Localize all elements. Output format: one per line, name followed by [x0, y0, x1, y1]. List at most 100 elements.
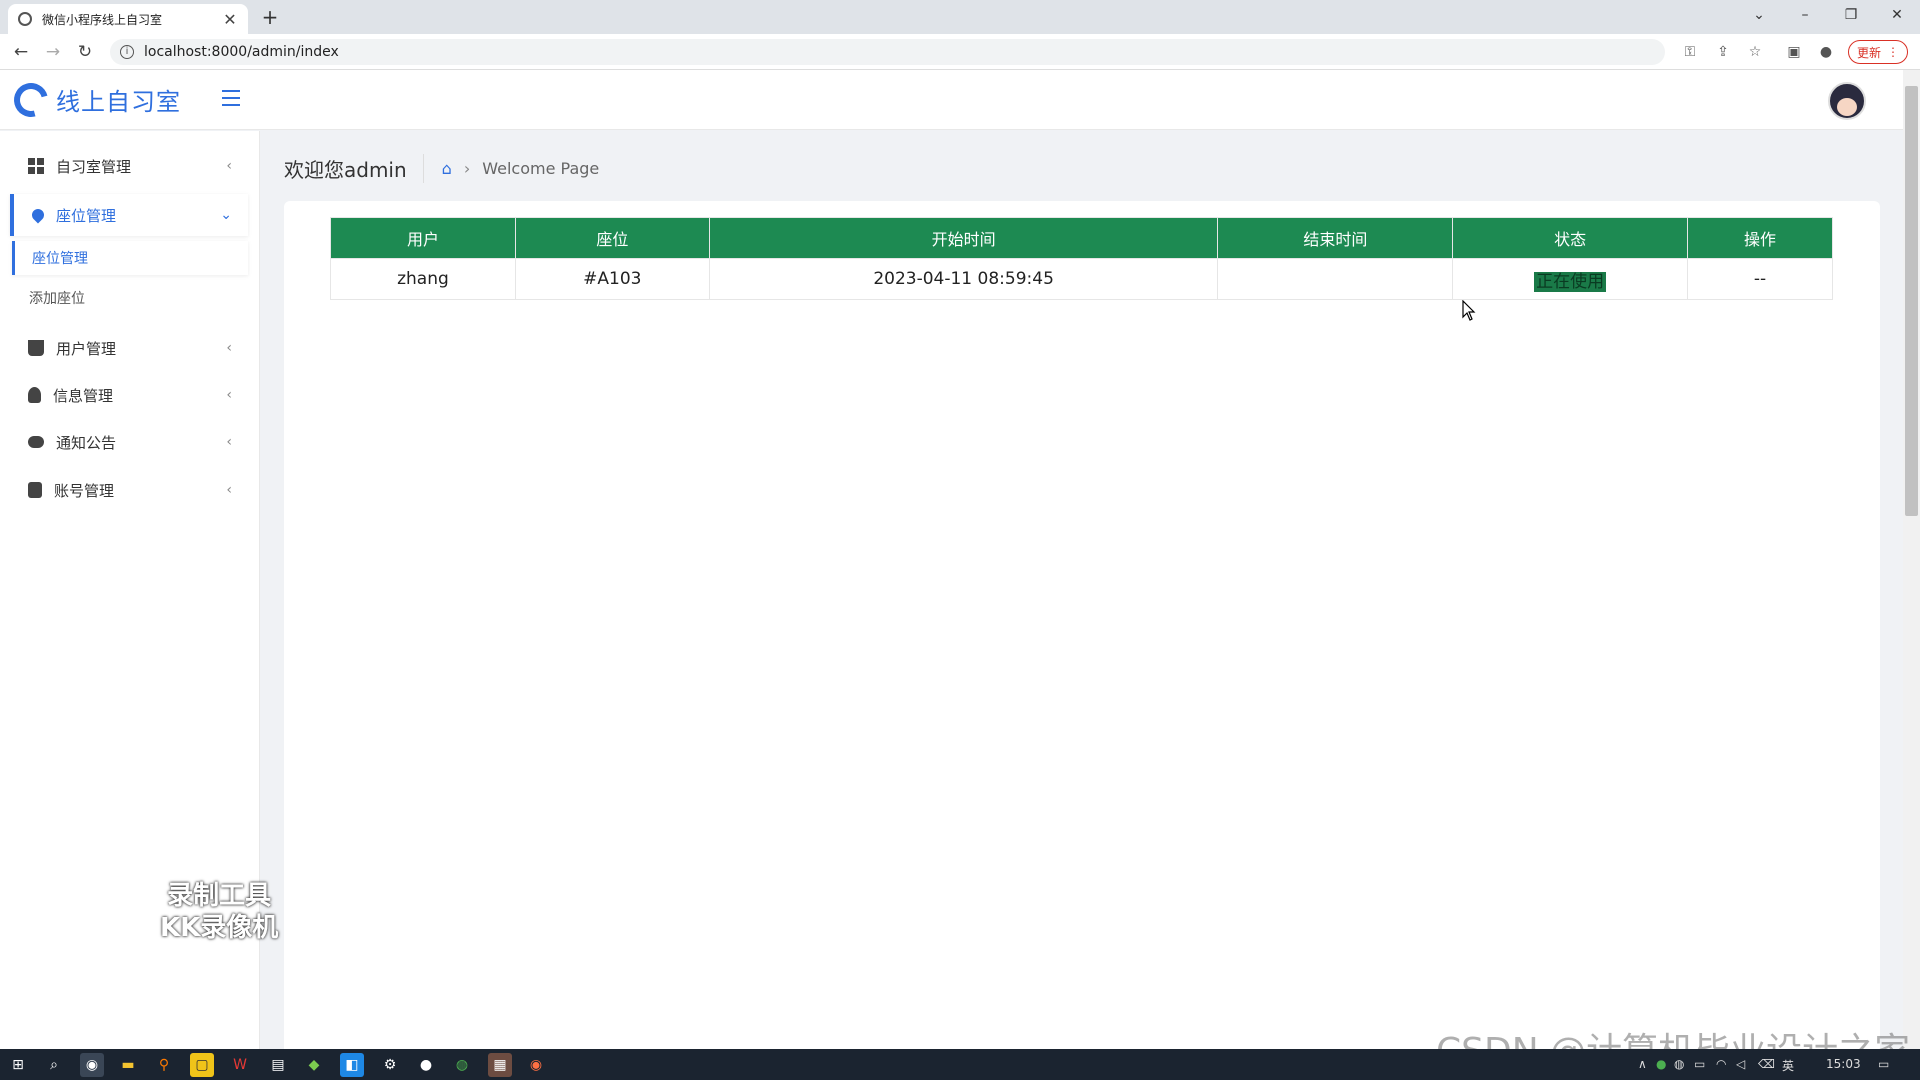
tray-app-icon[interactable]: ● [1656, 1057, 1666, 1071]
devtools-icon[interactable]: ▦ [488, 1053, 512, 1077]
chevron-left-icon: ‹ [226, 434, 232, 450]
browser-tab[interactable]: 微信小程序线上自习室 ✕ [8, 4, 248, 34]
cell-action: -- [1687, 258, 1833, 300]
cell-user: zhang [330, 258, 516, 300]
app-logo[interactable]: 线上自习室 [7, 76, 181, 123]
reload-icon[interactable]: ↻ [74, 41, 96, 63]
basket-icon [28, 340, 44, 356]
home-icon[interactable]: ⌂ [442, 159, 452, 178]
search-tool-icon[interactable]: ⚲ [152, 1053, 176, 1077]
chevron-left-icon: ‹ [226, 340, 232, 356]
network-icon[interactable]: ▭ [1694, 1057, 1705, 1071]
sidebar-item-label: 通知公告 [56, 433, 117, 452]
scrollbar-thumb[interactable] [1905, 86, 1918, 516]
tray-chevron-icon[interactable]: ∧ [1638, 1057, 1647, 1071]
sidepanel-icon[interactable]: ▣ [1784, 42, 1804, 62]
recorder-watermark: 录制工具 KK录像机 [160, 880, 278, 944]
clock[interactable]: 15:03 [1826, 1057, 1861, 1071]
breadcrumb: 欢迎您admin ⌂ › Welcome Page [284, 150, 599, 186]
wechat-icon[interactable]: ◍ [450, 1053, 474, 1077]
grid-icon [28, 158, 44, 174]
app-icon[interactable]: ◆ [302, 1053, 326, 1077]
ime-language[interactable]: 英 [1782, 1057, 1794, 1074]
recorder-icon[interactable]: ◉ [524, 1053, 548, 1077]
sidebar-item-notice[interactable]: 通知公告 ‹ [10, 421, 248, 463]
back-icon[interactable]: ← [10, 41, 32, 63]
browser-tabstrip [0, 0, 1920, 34]
address-bar[interactable]: i localhost:8000/admin/index [110, 39, 1665, 65]
update-label: 更新 [1856, 45, 1881, 60]
document-icon[interactable]: ▤ [266, 1053, 290, 1077]
wifi-icon[interactable]: ◠ [1716, 1057, 1726, 1071]
windows-start-icon[interactable]: ⊞ [6, 1053, 30, 1077]
column-header-action[interactable]: 操作 [1687, 217, 1833, 259]
close-window-button[interactable]: ✕ [1874, 0, 1920, 30]
more-icon: ⋮ [1887, 45, 1899, 59]
close-tab-icon[interactable]: ✕ [222, 10, 238, 29]
app-brand: 线上自习室 [56, 88, 181, 116]
update-button[interactable]: 更新 ⋮ [1848, 40, 1908, 64]
sidebar-item-label: 自习室管理 [56, 157, 132, 176]
column-header-seat[interactable]: 座位 [514, 217, 710, 259]
tab-search-icon[interactable]: ⌄ [1736, 0, 1782, 30]
sidebar-item-account[interactable]: 账号管理 ‹ [10, 469, 248, 511]
url-text: localhost:8000/admin/index [144, 44, 339, 60]
mouse-cursor-icon [1462, 300, 1476, 321]
bulb-icon [28, 387, 41, 403]
notes-icon[interactable]: ▢ [190, 1053, 214, 1077]
sidebar-item-label: 账号管理 [54, 481, 115, 500]
info-icon[interactable]: i [120, 45, 134, 59]
forward-icon[interactable]: → [42, 41, 64, 63]
volume-icon[interactable]: ◁ [1736, 1057, 1745, 1071]
table-header-row: 用户 座位 开始时间 结束时间 状态 操作 [330, 217, 1833, 259]
column-header-user[interactable]: 用户 [330, 217, 516, 259]
status-badge: 正在使用 [1534, 271, 1607, 292]
vscode-icon[interactable]: ◧ [340, 1053, 364, 1077]
table-row: zhang #A103 2023-04-11 08:59:45 正在使用 -- [330, 258, 1833, 300]
drop-icon [29, 206, 47, 224]
new-tab-button[interactable]: + [258, 5, 282, 29]
chrome-icon[interactable]: ◉ [80, 1053, 104, 1077]
ime-mode-icon[interactable]: ⌫ [1758, 1057, 1775, 1071]
sidebar-item-label: 用户管理 [56, 339, 117, 358]
sidebar-item-users[interactable]: 用户管理 ‹ [10, 327, 248, 369]
chevron-left-icon: ‹ [226, 482, 232, 498]
sidebar-subitem-add-seat[interactable]: 添加座位 [12, 281, 248, 315]
sidebar-item-seat[interactable]: 座位管理 ⌄ [10, 194, 248, 236]
seat-usage-table: 用户 座位 开始时间 结束时间 状态 操作 zhang #A103 2023-0… [330, 217, 1833, 300]
settings-icon[interactable]: ⚙ [378, 1053, 402, 1077]
restore-button[interactable]: ❐ [1828, 0, 1874, 30]
column-header-end-time[interactable]: 结束时间 [1217, 217, 1454, 259]
database-icon [28, 482, 42, 498]
notification-icon[interactable]: ▭ [1878, 1057, 1889, 1071]
key-icon[interactable]: ⚿ [1680, 42, 1700, 62]
chevron-down-icon: ⌄ [220, 207, 232, 223]
column-header-start-time[interactable]: 开始时间 [708, 217, 1219, 259]
wps-icon[interactable]: W [228, 1053, 252, 1077]
recorder-line-2: KK录像机 [160, 913, 279, 943]
share-icon[interactable]: ⇪ [1713, 42, 1733, 62]
chat-icon[interactable]: ● [414, 1053, 438, 1077]
sidebar-item-label: 信息管理 [53, 386, 114, 405]
cell-end-time [1217, 258, 1454, 300]
sidebar-item-study-room[interactable]: 自习室管理 ‹ [10, 145, 248, 187]
profile-icon[interactable]: ● [1816, 42, 1836, 62]
sidebar-subitem-seat-manage[interactable]: 座位管理 [12, 241, 248, 275]
chevron-right-icon: › [463, 158, 471, 178]
cloud-download-icon [28, 436, 44, 448]
breadcrumb-current: Welcome Page [482, 158, 600, 178]
sidebar-subitem-label: 添加座位 [29, 291, 85, 307]
chevron-left-icon: ‹ [226, 158, 232, 174]
tab-title: 微信小程序线上自习室 [42, 12, 163, 27]
minimize-button[interactable]: – [1782, 0, 1828, 30]
star-icon[interactable]: ☆ [1745, 42, 1765, 62]
menu-toggle-icon[interactable] [222, 90, 240, 106]
column-header-status[interactable]: 状态 [1452, 217, 1689, 259]
file-explorer-icon[interactable]: ▬ [116, 1053, 140, 1077]
sidebar-item-info[interactable]: 信息管理 ‹ [10, 374, 248, 416]
content-card [284, 201, 1880, 1061]
search-icon[interactable]: ⌕ [42, 1053, 66, 1077]
tray-wechat-icon[interactable]: ◍ [1674, 1057, 1684, 1071]
sidebar-item-label: 座位管理 [56, 206, 117, 225]
avatar[interactable] [1828, 82, 1866, 120]
